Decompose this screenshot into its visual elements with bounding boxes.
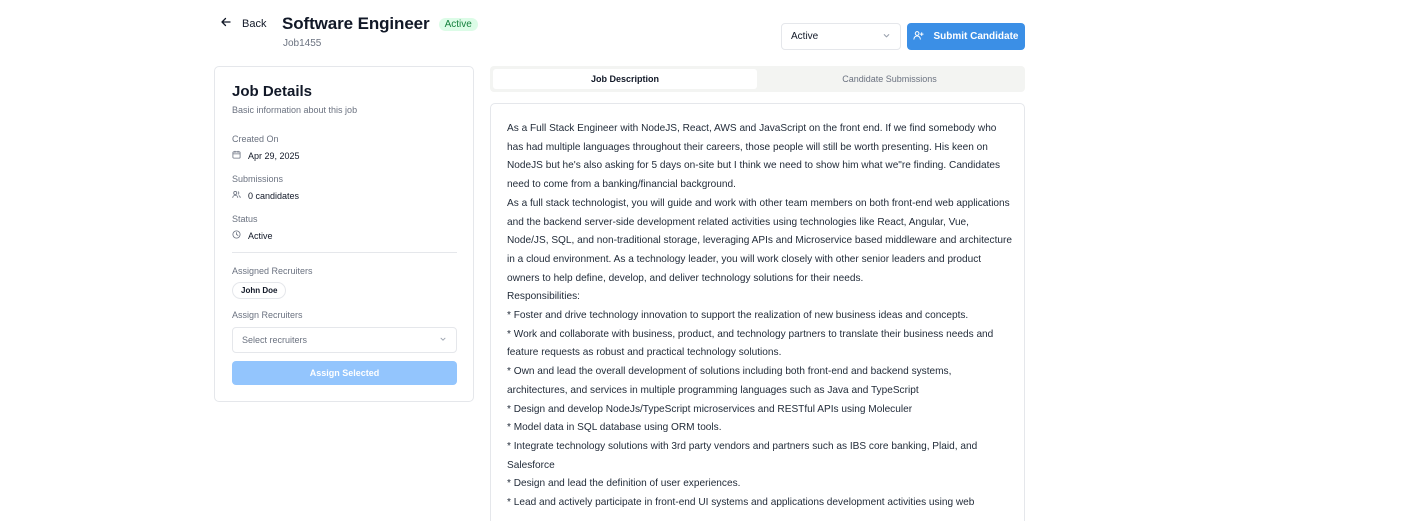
description-paragraph: * Model data in SQL database using ORM t… [507,422,722,434]
assign-selected-button[interactable]: Assign Selected [232,361,457,385]
job-description-text: As a Full Stack Engineer with NodeJS, Re… [507,120,1012,513]
calendar-icon [232,150,241,161]
description-paragraph: * Design and develop NodeJs/TypeScript m… [507,403,913,415]
card-subtitle: Basic information about this job [232,105,358,115]
description-paragraph: * Own and lead the overall development o… [507,366,952,396]
submit-candidate-button[interactable]: Submit Candidate [907,23,1025,50]
divider [232,252,457,253]
assign-recruiters-label: Assign Recruiters [232,310,303,320]
card-title: Job Details [232,83,313,100]
submissions-label: Submissions [232,174,284,184]
back-label: Back [242,17,267,30]
tab-job-description[interactable]: Job Description [493,69,757,89]
submit-candidate-label: Submit Candidate [933,31,1019,42]
description-paragraph: * Design and lead the definition of user… [507,478,741,490]
description-paragraph: As a full stack technologist, you will g… [507,197,1012,284]
description-paragraph: * Work and collaborate with business, pr… [507,328,994,359]
clock-icon [232,230,241,241]
recruiter-select[interactable]: Select recruiters [232,327,457,353]
chevron-down-icon [439,335,447,345]
job-id: Job1455 [283,38,322,49]
created-on-label: Created On [232,134,279,144]
description-paragraph: Responsibilities: [507,291,580,303]
recruiter-chip: John Doe [232,282,287,299]
arrow-left-icon [220,16,232,31]
chevron-down-icon [882,31,891,43]
status-select[interactable]: Active [781,23,901,50]
user-plus-icon [913,30,925,44]
job-description-panel: As a Full Stack Engineer with NodeJS, Re… [490,103,1025,521]
job-header: Software Engineer Active [282,14,478,34]
status-badge: Active [438,17,478,31]
created-on-date: Apr 29, 2025 [248,150,300,161]
description-paragraph: * Foster and drive technology innovation… [507,310,969,322]
users-icon [232,190,241,201]
status-value: Active [232,230,273,241]
description-paragraph: As a Full Stack Engineer with NodeJS, Re… [507,123,1001,191]
description-paragraph: * Integrate technology solutions with 3r… [507,440,978,471]
created-on-value: Apr 29, 2025 [232,150,300,161]
submissions-count: 0 candidates [248,190,300,201]
status-label: Status [232,214,258,224]
description-paragraph: * Lead and actively participate in front… [507,497,975,509]
back-button[interactable]: Back [220,16,266,31]
tab-candidate-submissions[interactable]: Candidate Submissions [757,69,1022,89]
submissions-value: 0 candidates [232,190,299,201]
job-details-card: Job Details Basic information about this… [214,66,474,402]
content-tabs: Job Description Candidate Submissions [490,66,1025,92]
status-text: Active [248,230,273,241]
assigned-recruiters-label: Assigned Recruiters [232,266,313,276]
page-title: Software Engineer [282,14,430,33]
recruiter-select-placeholder: Select recruiters [242,335,308,345]
status-select-value: Active [791,31,819,42]
